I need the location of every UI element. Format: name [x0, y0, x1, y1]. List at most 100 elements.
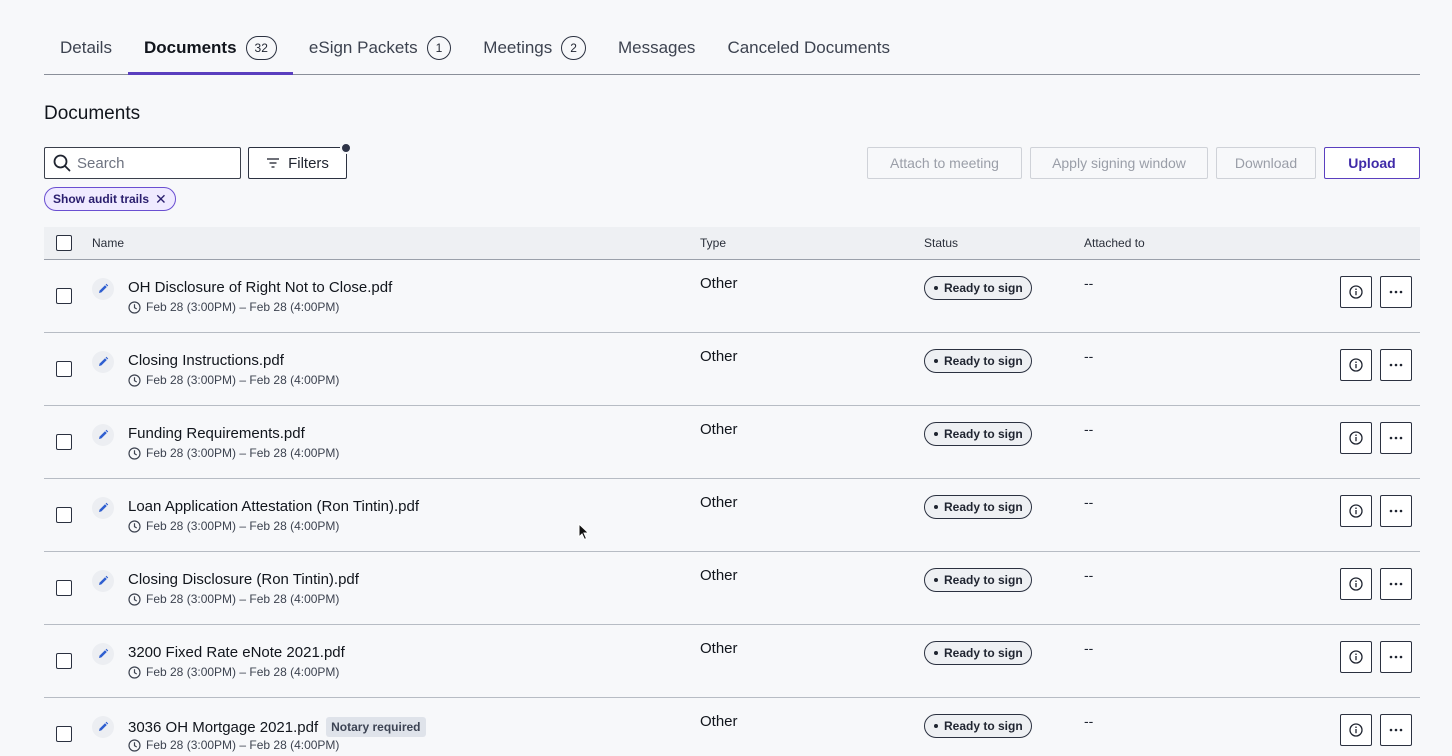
document-name[interactable]: Funding Requirements.pdf	[128, 425, 305, 442]
pencil-icon[interactable]	[92, 351, 114, 373]
more-icon	[1389, 509, 1403, 513]
document-name-text: Funding Requirements.pdf	[128, 425, 305, 442]
row-checkbox[interactable]	[56, 507, 72, 523]
info-button[interactable]	[1340, 568, 1372, 600]
more-actions-button[interactable]	[1380, 641, 1412, 673]
select-all-checkbox[interactable]	[56, 235, 72, 251]
document-name[interactable]: Closing Instructions.pdf	[128, 352, 284, 369]
table-row[interactable]: 3036 OH Mortgage 2021.pdf Notary require…	[44, 698, 1420, 756]
document-name-text: 3200 Fixed Rate eNote 2021.pdf	[128, 644, 345, 661]
upload-button[interactable]: Upload	[1324, 147, 1420, 179]
more-actions-button[interactable]	[1380, 495, 1412, 527]
tab-messages[interactable]: Messages	[602, 22, 711, 74]
more-actions-button[interactable]	[1380, 714, 1412, 746]
table-row[interactable]: OH Disclosure of Right Not to Close.pdf …	[44, 260, 1420, 333]
status-badge: Ready to sign	[924, 422, 1032, 446]
info-button[interactable]	[1340, 349, 1372, 381]
signing-window-text: Feb 28 (3:00PM) – Feb 28 (4:00PM)	[146, 665, 340, 679]
column-header-status[interactable]: Status	[924, 236, 958, 250]
status-text: Ready to sign	[944, 354, 1023, 368]
more-actions-button[interactable]	[1380, 568, 1412, 600]
attached-to: --	[1084, 348, 1094, 364]
document-type: Other	[700, 348, 738, 365]
filter-icon	[267, 158, 280, 168]
row-checkbox[interactable]	[56, 726, 72, 742]
info-button[interactable]	[1340, 495, 1372, 527]
document-name[interactable]: Loan Application Attestation (Ron Tintin…	[128, 498, 419, 515]
pencil-icon[interactable]	[92, 716, 114, 738]
document-name[interactable]: 3200 Fixed Rate eNote 2021.pdf	[128, 644, 345, 661]
row-checkbox[interactable]	[56, 434, 72, 450]
info-button[interactable]	[1340, 276, 1372, 308]
pencil-icon[interactable]	[92, 424, 114, 446]
pencil-icon[interactable]	[92, 643, 114, 665]
close-icon[interactable]: ✕	[155, 191, 167, 208]
attach-to-meeting-button[interactable]: Attach to meeting	[867, 147, 1022, 179]
table-row[interactable]: 3200 Fixed Rate eNote 2021.pdf Feb 28 (3…	[44, 625, 1420, 698]
notary-required-badge: Notary required	[326, 717, 426, 737]
more-actions-button[interactable]	[1380, 276, 1412, 308]
row-checkbox[interactable]	[56, 653, 72, 669]
status-dot	[934, 651, 938, 655]
tab-meetings[interactable]: Meetings 2	[467, 22, 602, 74]
search-icon	[53, 154, 71, 172]
tab-label: Documents	[143, 38, 237, 57]
signing-window: Feb 28 (3:00PM) – Feb 28 (4:00PM)	[128, 592, 339, 606]
row-checkbox[interactable]	[56, 288, 72, 304]
status-text: Ready to sign	[944, 281, 1023, 295]
search-input[interactable]	[77, 154, 227, 172]
status-text: Ready to sign	[944, 646, 1023, 660]
status-badge: Ready to sign	[924, 276, 1032, 300]
more-icon	[1389, 582, 1403, 586]
document-name[interactable]: Closing Disclosure (Ron Tintin).pdf	[128, 571, 359, 588]
document-name-text: Closing Disclosure (Ron Tintin).pdf	[128, 571, 359, 588]
signing-window: Feb 28 (3:00PM) – Feb 28 (4:00PM)	[128, 373, 339, 387]
info-button[interactable]	[1340, 714, 1372, 746]
pencil-icon[interactable]	[92, 278, 114, 300]
info-button[interactable]	[1340, 422, 1372, 454]
status-badge: Ready to sign	[924, 714, 1032, 738]
tab-documents[interactable]: Documents 32	[127, 22, 293, 75]
mouse-cursor-icon	[578, 523, 590, 541]
table-row[interactable]: Closing Disclosure (Ron Tintin).pdf Feb …	[44, 552, 1420, 625]
more-icon	[1389, 436, 1403, 440]
pencil-icon[interactable]	[92, 497, 114, 519]
page-title: Documents	[44, 103, 141, 124]
info-icon	[1349, 650, 1363, 664]
more-icon	[1389, 290, 1403, 294]
pencil-icon[interactable]	[92, 570, 114, 592]
search-field[interactable]	[44, 147, 241, 179]
attached-to: --	[1084, 275, 1094, 291]
more-icon	[1389, 363, 1403, 367]
signing-window-text: Feb 28 (3:00PM) – Feb 28 (4:00PM)	[146, 738, 340, 752]
download-button[interactable]: Download	[1216, 147, 1316, 179]
document-type: Other	[700, 567, 738, 584]
tab-details[interactable]: Details	[44, 22, 128, 74]
column-header-type[interactable]: Type	[700, 236, 726, 250]
document-name[interactable]: 3036 OH Mortgage 2021.pdf Notary require…	[128, 717, 426, 737]
filters-button[interactable]: Filters	[248, 142, 352, 179]
column-header-attached[interactable]: Attached to	[1084, 236, 1145, 250]
info-button[interactable]	[1340, 641, 1372, 673]
tab-esign-packets[interactable]: eSign Packets 1	[293, 22, 467, 74]
more-actions-button[interactable]	[1380, 422, 1412, 454]
document-name[interactable]: OH Disclosure of Right Not to Close.pdf	[128, 279, 392, 296]
row-checkbox[interactable]	[56, 361, 72, 377]
tab-label: eSign Packets	[308, 38, 418, 57]
tab-canceled-documents[interactable]: Canceled Documents	[711, 22, 906, 74]
more-actions-button[interactable]	[1380, 349, 1412, 381]
column-header-name[interactable]: Name	[92, 236, 124, 250]
table-row[interactable]: Funding Requirements.pdf Feb 28 (3:00PM)…	[44, 406, 1420, 479]
status-badge: Ready to sign	[924, 641, 1032, 665]
table-row[interactable]: Closing Instructions.pdf Feb 28 (3:00PM)…	[44, 333, 1420, 406]
row-checkbox[interactable]	[56, 580, 72, 596]
clock-icon	[128, 373, 141, 387]
apply-signing-window-button[interactable]: Apply signing window	[1030, 147, 1208, 179]
signing-window: Feb 28 (3:00PM) – Feb 28 (4:00PM)	[128, 665, 339, 679]
tab-count-badge: 1	[426, 36, 452, 60]
attached-to: --	[1084, 713, 1094, 729]
audit-trails-filter-chip: Show audit trails ✕	[44, 187, 176, 211]
info-icon	[1349, 577, 1363, 591]
info-icon	[1349, 285, 1363, 299]
table-row[interactable]: Loan Application Attestation (Ron Tintin…	[44, 479, 1420, 552]
